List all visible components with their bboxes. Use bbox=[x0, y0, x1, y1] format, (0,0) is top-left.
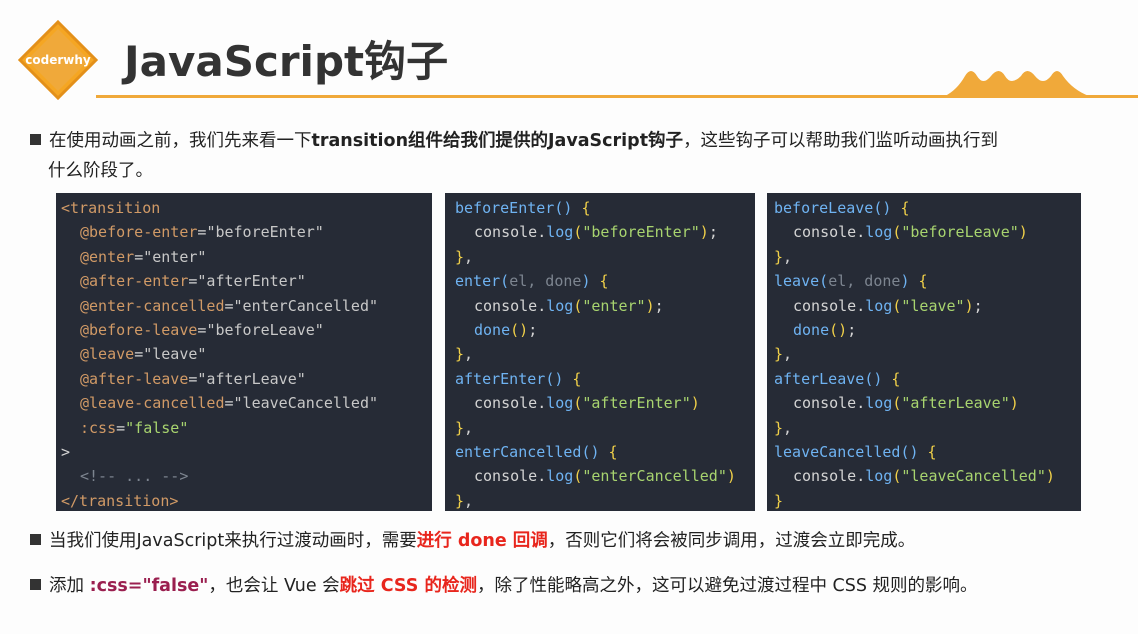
highlight-skip-css: 跳过 CSS 的检测 bbox=[339, 576, 477, 596]
code-line: enter(el, done) { bbox=[455, 272, 609, 291]
code-line: console.log("leave"); bbox=[793, 296, 983, 315]
code-line: @leave-cancelled="leaveCancelled" bbox=[80, 394, 379, 413]
bullet-square-icon bbox=[30, 579, 41, 590]
code-line: > bbox=[61, 442, 71, 461]
code-line: } bbox=[774, 491, 784, 510]
code-line: }, bbox=[455, 418, 474, 437]
code-line: done(); bbox=[793, 320, 857, 339]
highlight-css-false: :css="false" bbox=[89, 576, 209, 596]
code-line: beforeEnter() { bbox=[455, 199, 591, 217]
code-line: leaveCancelled() { bbox=[774, 442, 937, 461]
code-line: console.log("beforeLeave") bbox=[793, 223, 1028, 242]
code-line: console.log("enter"); bbox=[474, 296, 664, 315]
code-line: @before-leave="beforeLeave" bbox=[80, 320, 324, 339]
code-line: }, bbox=[455, 345, 474, 364]
bullet-done-callback: 当我们使用JavaScript来执行过渡动画时，需要进行 done 回调，否则它… bbox=[30, 526, 915, 556]
code-line: @enter="enter" bbox=[80, 247, 207, 266]
code-line: console.log("leaveCancelled") bbox=[793, 467, 1055, 486]
code-line: }, bbox=[774, 345, 793, 364]
mountains-decoration bbox=[945, 71, 1089, 96]
code-line: console.log("beforeEnter"); bbox=[474, 223, 718, 242]
code-line: leave(el, done) { bbox=[774, 272, 928, 291]
code-line: afterLeave() { bbox=[774, 369, 901, 388]
page-title: JavaScript钩子 bbox=[124, 37, 449, 86]
logo-text: coderwhy bbox=[25, 53, 91, 67]
highlight-done-callback: 进行 done 回调 bbox=[416, 531, 548, 551]
code-line: <!-- ... --> bbox=[80, 467, 189, 486]
code-line: @leave="leave" bbox=[80, 345, 207, 364]
code-line: }, bbox=[774, 418, 793, 437]
header-rule bbox=[96, 95, 1138, 98]
code-line: enterCancelled() { bbox=[455, 442, 618, 461]
code-line: console.log("afterEnter") bbox=[474, 394, 700, 413]
code-line: @after-leave="afterLeave" bbox=[80, 369, 306, 388]
code-line: @enter-cancelled="enterCancelled" bbox=[80, 296, 379, 315]
code-panel-leave-hooks: beforeLeave() { console.log("beforeLeave… bbox=[767, 193, 1081, 511]
code-line: <transition bbox=[61, 199, 161, 217]
code-line: @after-enter="afterEnter" bbox=[80, 272, 306, 291]
bullet-css-false: 添加 :css="false"，也会让 Vue 会跳过 CSS 的检测，除了性能… bbox=[30, 571, 978, 601]
code-line: </transition> bbox=[61, 491, 179, 510]
code-line: @before-enter="beforeEnter" bbox=[80, 223, 324, 242]
coderwhy-logo: coderwhy bbox=[18, 20, 98, 100]
code-panel-template: <transition @before-enter="beforeEnter" … bbox=[56, 193, 432, 511]
bullet-square-icon bbox=[30, 534, 41, 545]
code-line: }, bbox=[455, 491, 474, 510]
bullet-bold-text: transition组件给我们提供的JavaScript钩子 bbox=[311, 131, 684, 151]
code-line: }, bbox=[455, 247, 474, 266]
code-line: afterEnter() { bbox=[455, 369, 582, 388]
code-line: done(); bbox=[474, 320, 538, 339]
code-panel-enter-hooks: beforeEnter() { console.log("beforeEnter… bbox=[445, 193, 755, 511]
code-line: console.log("afterLeave") bbox=[793, 394, 1019, 413]
code-line: console.log("enterCancelled") bbox=[474, 467, 736, 486]
code-line: }, bbox=[774, 247, 793, 266]
code-line: :css="false" bbox=[80, 418, 189, 437]
bullet-square-icon bbox=[30, 134, 41, 145]
bullet-hooks-intro: 在使用动画之前，我们先来看一下transition组件给我们提供的JavaScr… bbox=[30, 126, 1120, 186]
code-line: beforeLeave() { bbox=[774, 199, 910, 217]
